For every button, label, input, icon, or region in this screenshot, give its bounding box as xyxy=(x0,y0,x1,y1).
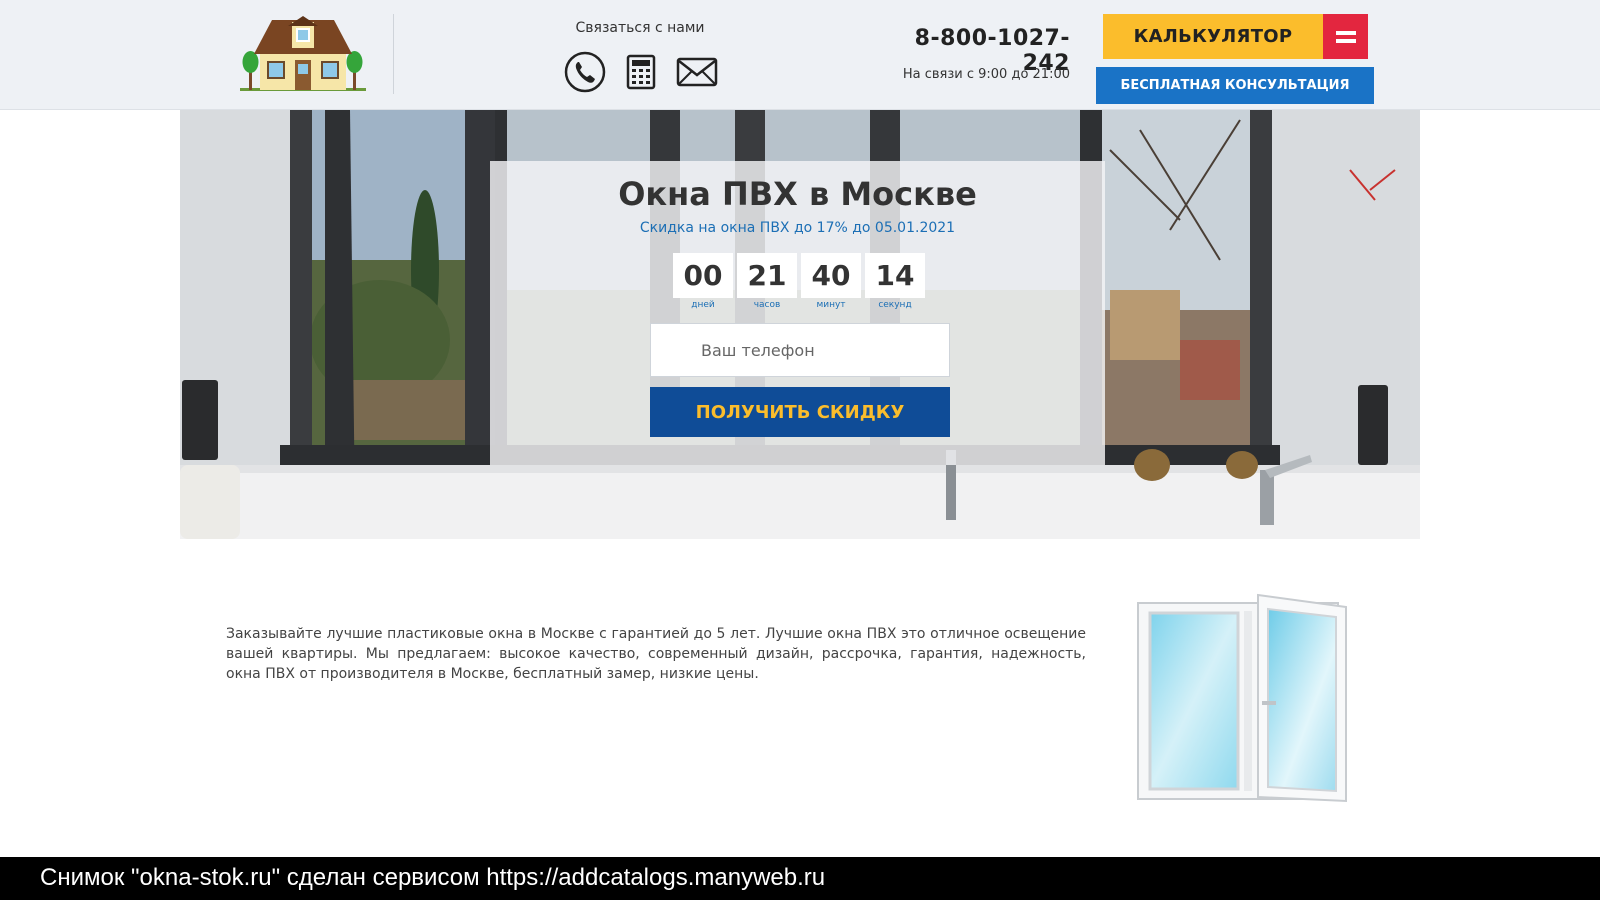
header-divider xyxy=(393,14,394,94)
timer-minutes-value: 40 xyxy=(801,253,861,298)
timer-days: 00 дней xyxy=(673,253,733,313)
pvc-window-image xyxy=(1137,593,1347,803)
phone-input[interactable] xyxy=(650,323,950,377)
hero-banner: Окна ПВХ в Москве Скидка на окна ПВХ до … xyxy=(180,110,1420,539)
screenshot-footer-bar: Снимок "okna-stok.ru" сделан сервисом ht… xyxy=(0,857,1600,900)
hero-title: Окна ПВХ в Москве xyxy=(618,175,977,213)
countdown-timer: 00 дней 21 часов 40 минут 14 секунд xyxy=(673,253,925,313)
timer-days-label: дней xyxy=(691,300,715,310)
timer-hours-value: 21 xyxy=(737,253,797,298)
timer-seconds-label: секунд xyxy=(878,300,912,310)
get-discount-button[interactable]: ПОЛУЧИТЬ СКИДКУ xyxy=(650,387,950,437)
timer-minutes-label: минут xyxy=(816,300,846,310)
working-hours: На связи с 9:00 до 21:00 xyxy=(902,67,1070,82)
site-header: Связаться с нами 8-800-1027-242 На связи… xyxy=(0,0,1600,110)
envelope-icon[interactable] xyxy=(675,50,719,94)
intro-text: Заказывайте лучшие пластиковые окна в Мо… xyxy=(226,626,1086,682)
contact-title: Связаться с нами xyxy=(575,20,705,36)
timer-hours: 21 часов xyxy=(737,253,797,313)
equals-icon[interactable] xyxy=(1323,14,1368,59)
timer-days-value: 00 xyxy=(673,253,733,298)
calculator-icon[interactable] xyxy=(619,50,663,94)
timer-seconds-value: 14 xyxy=(865,253,925,298)
footer-caption: Снимок "okna-stok.ru" сделан сервисом ht… xyxy=(40,864,826,891)
discount-card: Окна ПВХ в Москве Скидка на окна ПВХ до … xyxy=(490,161,1105,465)
timer-seconds: 14 секунд xyxy=(865,253,925,313)
hero-subtitle: Скидка на окна ПВХ до 17% до 05.01.2021 xyxy=(639,220,956,236)
calculator-button[interactable]: КАЛЬКУЛЯТОР xyxy=(1103,14,1323,59)
free-consultation-button[interactable]: БЕСПЛАТНАЯ КОНСУЛЬТАЦИЯ xyxy=(1096,67,1374,104)
house-logo-icon[interactable] xyxy=(240,16,366,92)
timer-minutes: 40 минут xyxy=(801,253,861,313)
timer-hours-label: часов xyxy=(753,300,781,310)
phone-icon[interactable] xyxy=(563,50,607,94)
